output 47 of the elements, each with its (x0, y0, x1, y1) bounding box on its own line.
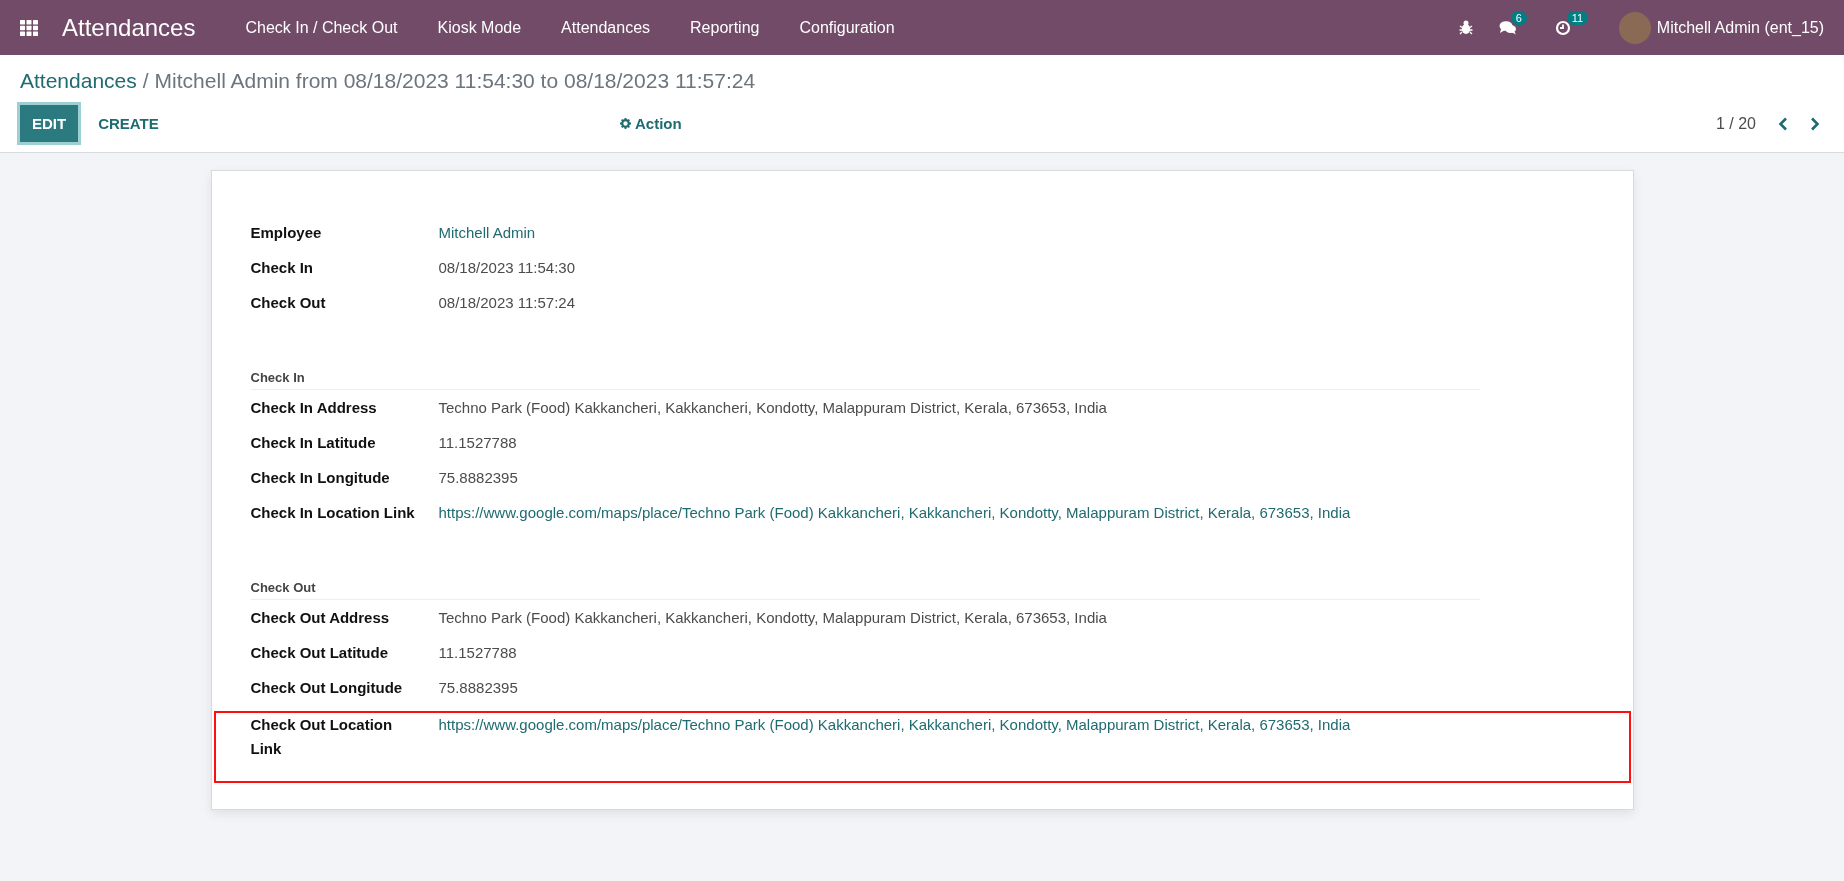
field-label: Check Out Latitude (250, 643, 389, 663)
user-name[interactable]: Mitchell Admin (ent_15) (1656, 18, 1824, 37)
field-label: Check Out Longitude (250, 678, 404, 698)
field-value: Techno Park (Food) Kakkancheri, Kakkancheri, Kondotty, Malappuram District, Kerala, 673653, India (438, 398, 1107, 418)
field-label: Check In Latitude (250, 433, 377, 453)
app-grid-icon[interactable] (20, 19, 38, 36)
field-label: Check Out Address (250, 608, 391, 628)
message-count-badge: 6 (1510, 11, 1527, 25)
field-label: Check In Location Link (250, 503, 416, 523)
section-heading: Check Out (250, 580, 1480, 600)
clock-icon[interactable] (1554, 19, 1571, 36)
chevron-right-icon[interactable] (1810, 116, 1820, 131)
section-heading: Check In (250, 370, 1480, 390)
field-value: 11.1527788 (438, 643, 517, 663)
field-value: 08/18/2023 11:57:24 (438, 293, 576, 313)
bug-icon[interactable] (1458, 20, 1473, 35)
breadcrumb-separator: / (142, 69, 149, 93)
chevron-left-icon[interactable] (1778, 116, 1788, 131)
field-value: 75.8882395 (438, 468, 518, 488)
field-value: 75.8882395 (438, 678, 518, 698)
create-button[interactable]: CREATE (86, 105, 171, 142)
field-label: Check Out Location Link (250, 715, 394, 759)
menu-item[interactable]: Attendances (541, 18, 671, 37)
edit-button[interactable]: EDIT (20, 105, 79, 142)
menu-item[interactable]: Check In / Check Out (225, 18, 418, 37)
menu-item[interactable]: Reporting (670, 18, 780, 37)
field-label: Check In (250, 258, 315, 278)
gear-icon[interactable] (620, 118, 631, 129)
activity-count-badge: 11 (1566, 10, 1589, 25)
field-label: Check In Longitude (250, 468, 391, 488)
field-label: Check In Address (250, 398, 378, 418)
app-title[interactable]: Attendances (62, 13, 196, 42)
field-label: Check Out (250, 293, 327, 313)
field-value: 08/18/2023 11:54:30 (438, 258, 576, 278)
field-link[interactable]: https://www.google.com/maps/place/Techno Park (Food) Kakkancheri, Kakkancheri, Kondotty, Malappuram District, Kerala, 673653, India (438, 501, 1351, 525)
record-title: Mitchell Admin from 08/18/2023 11:54:30 to 08/18/2023 11:57:24 (154, 69, 756, 93)
breadcrumb-link[interactable]: Attendances (20, 69, 137, 93)
field-link[interactable]: https://www.google.com/maps/place/Techno Park (Food) Kakkancheri, Kakkancheri, Kondotty, Malappuram District, Kerala, 673653, India (438, 713, 1351, 737)
menu-item[interactable]: Configuration (779, 18, 915, 37)
chat-icon[interactable] (1498, 20, 1517, 35)
field-link[interactable]: Mitchell Admin (438, 221, 536, 245)
pager-counter: 1 / 20 (1715, 114, 1756, 133)
action-menu[interactable]: Action (635, 115, 682, 132)
field-value: 11.1527788 (438, 433, 517, 453)
menu-item[interactable]: Kiosk Mode (417, 18, 542, 37)
field-label: Employee (250, 223, 323, 243)
field-value: Techno Park (Food) Kakkancheri, Kakkancheri, Kondotty, Malappuram District, Kerala, 673653, India (438, 608, 1107, 628)
